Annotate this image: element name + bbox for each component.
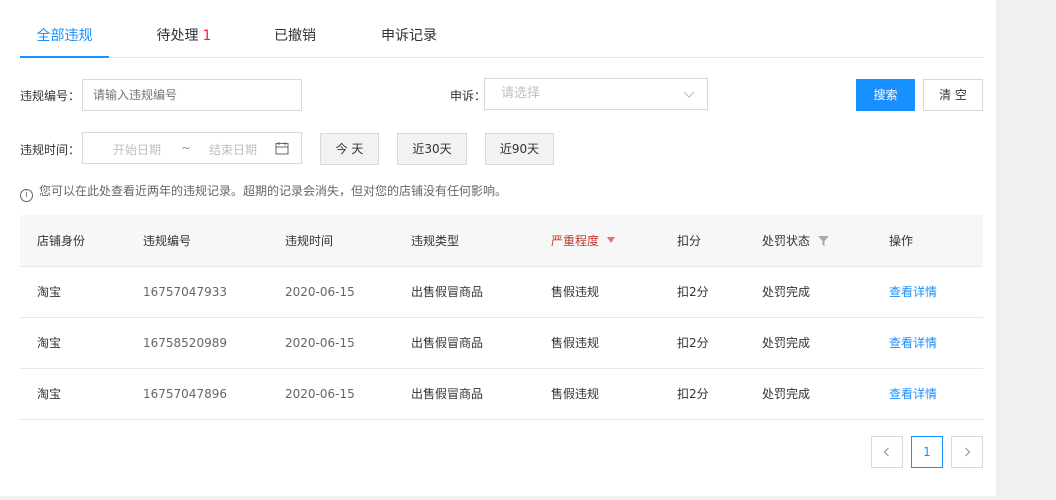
start-date-placeholder: 开始日期 <box>113 143 162 157</box>
last-90-days-button[interactable]: 近90天 <box>485 133 554 165</box>
view-details-link[interactable]: 查看详情 <box>889 318 937 369</box>
header-severity[interactable]: 严重程度 <box>551 215 616 267</box>
chevron-right-icon <box>965 447 971 457</box>
tab-appeal-records[interactable]: 申诉记录 <box>369 25 449 58</box>
appeal-select[interactable]: 请选择 <box>484 78 708 110</box>
tab-label: 已撤销 <box>274 28 316 44</box>
cell-severity: 售假违规 <box>551 336 600 350</box>
penalty-status-header-label: 处罚状态 <box>762 234 811 248</box>
tab-label: 待处理 <box>156 28 199 44</box>
today-button[interactable]: 今 天 <box>320 133 379 165</box>
violation-time-label: 违规时间： <box>20 143 81 157</box>
table-header: 店铺身份 违规编号 违规时间 违规类型 严重程度 扣分 处罚状态 操作 <box>20 215 983 267</box>
calendar-icon <box>275 142 289 155</box>
prev-page-button[interactable] <box>871 436 903 468</box>
cell-penalty-status: 处罚完成 <box>762 285 811 299</box>
tab-revoked[interactable]: 已撤销 <box>264 25 326 58</box>
view-details-link[interactable]: 查看详情 <box>889 369 937 420</box>
table-row: 淘宝 16757047933 2020-06-15 出售假冒商品 售假违规 扣2… <box>20 267 983 318</box>
cell-deduction: 扣2分 <box>677 285 709 299</box>
header-actions: 操作 <box>889 234 914 248</box>
tab-all-violations[interactable]: 全部违规 <box>20 25 109 58</box>
severity-header-label: 严重程度 <box>551 234 600 248</box>
cell-violation-time: 2020-06-15 <box>285 285 355 299</box>
cell-deduction: 扣2分 <box>677 387 709 401</box>
cell-severity: 售假违规 <box>551 285 600 299</box>
cell-violation-id: 16757047896 <box>143 387 227 401</box>
cell-violation-type: 出售假冒商品 <box>411 336 484 350</box>
cell-violation-id: 16758520989 <box>143 336 227 350</box>
filter-icon[interactable] <box>818 236 830 246</box>
header-violation-type: 违规类型 <box>411 234 460 248</box>
chevron-left-icon <box>883 447 889 457</box>
cell-violation-type: 出售假冒商品 <box>411 387 484 401</box>
tab-bar: 全部违规 待处理 1 已撤销 申诉记录 <box>20 16 983 58</box>
violation-panel: 全部违规 待处理1 已撤销 申诉记录 违规编号： 申诉： 请选择 搜索 清 空 … <box>0 0 996 496</box>
search-button[interactable]: 搜索 <box>856 79 915 111</box>
tab-label: 全部违规 <box>36 28 93 44</box>
sort-desc-icon[interactable] <box>607 237 616 243</box>
header-deduction: 扣分 <box>677 234 702 248</box>
info-icon: i <box>20 189 33 202</box>
cell-penalty-status: 处罚完成 <box>762 387 811 401</box>
cell-deduction: 扣2分 <box>677 336 709 350</box>
table-row: 淘宝 16757047896 2020-06-15 出售假冒商品 售假违规 扣2… <box>20 369 983 420</box>
notice-text-row: i 您可以在此处查看近两年的违规记录。超期的记录会消失，但对您的店铺没有任何影响。 <box>20 182 507 202</box>
violation-table: 店铺身份 违规编号 违规时间 违规类型 严重程度 扣分 处罚状态 操作 淘宝 1… <box>20 215 983 420</box>
pending-count-badge: 1 <box>202 28 212 44</box>
view-details-link[interactable]: 查看详情 <box>889 267 937 318</box>
cell-penalty-status: 处罚完成 <box>762 336 811 350</box>
table-row: 淘宝 16758520989 2020-06-15 出售假冒商品 售假违规 扣2… <box>20 318 983 369</box>
notice-text: 您可以在此处查看近两年的违规记录。超期的记录会消失，但对您的店铺没有任何影响。 <box>39 184 508 198</box>
tab-label: 申诉记录 <box>381 28 437 44</box>
tab-pending[interactable]: 待处理 1 <box>148 25 220 58</box>
chevron-down-icon <box>683 91 695 98</box>
cell-severity: 售假违规 <box>551 387 600 401</box>
header-violation-id: 违规编号 <box>143 234 192 248</box>
appeal-label: 申诉： <box>450 89 487 103</box>
cell-violation-time: 2020-06-15 <box>285 336 355 350</box>
page-1-button[interactable]: 1 <box>911 436 943 468</box>
header-penalty-status[interactable]: 处罚状态 <box>762 215 830 267</box>
header-shop-identity: 店铺身份 <box>37 234 86 248</box>
last-30-days-button[interactable]: 近30天 <box>397 133 467 165</box>
cell-violation-id: 16757047933 <box>143 285 227 299</box>
clear-button[interactable]: 清 空 <box>923 79 983 111</box>
cell-shop-identity: 淘宝 <box>37 285 62 299</box>
appeal-select-placeholder: 请选择 <box>501 86 541 101</box>
date-range-picker[interactable]: 开始日期 ~ 结束日期 <box>82 132 302 164</box>
range-separator: ~ <box>181 141 192 155</box>
violation-id-input[interactable] <box>82 79 302 111</box>
cell-shop-identity: 淘宝 <box>37 336 62 350</box>
end-date-placeholder: 结束日期 <box>209 143 258 157</box>
cell-violation-time: 2020-06-15 <box>285 387 355 401</box>
next-page-button[interactable] <box>951 436 983 468</box>
cell-violation-type: 出售假冒商品 <box>411 285 484 299</box>
header-violation-time: 违规时间 <box>285 234 334 248</box>
cell-shop-identity: 淘宝 <box>37 387 62 401</box>
violation-id-label: 违规编号： <box>20 89 81 103</box>
